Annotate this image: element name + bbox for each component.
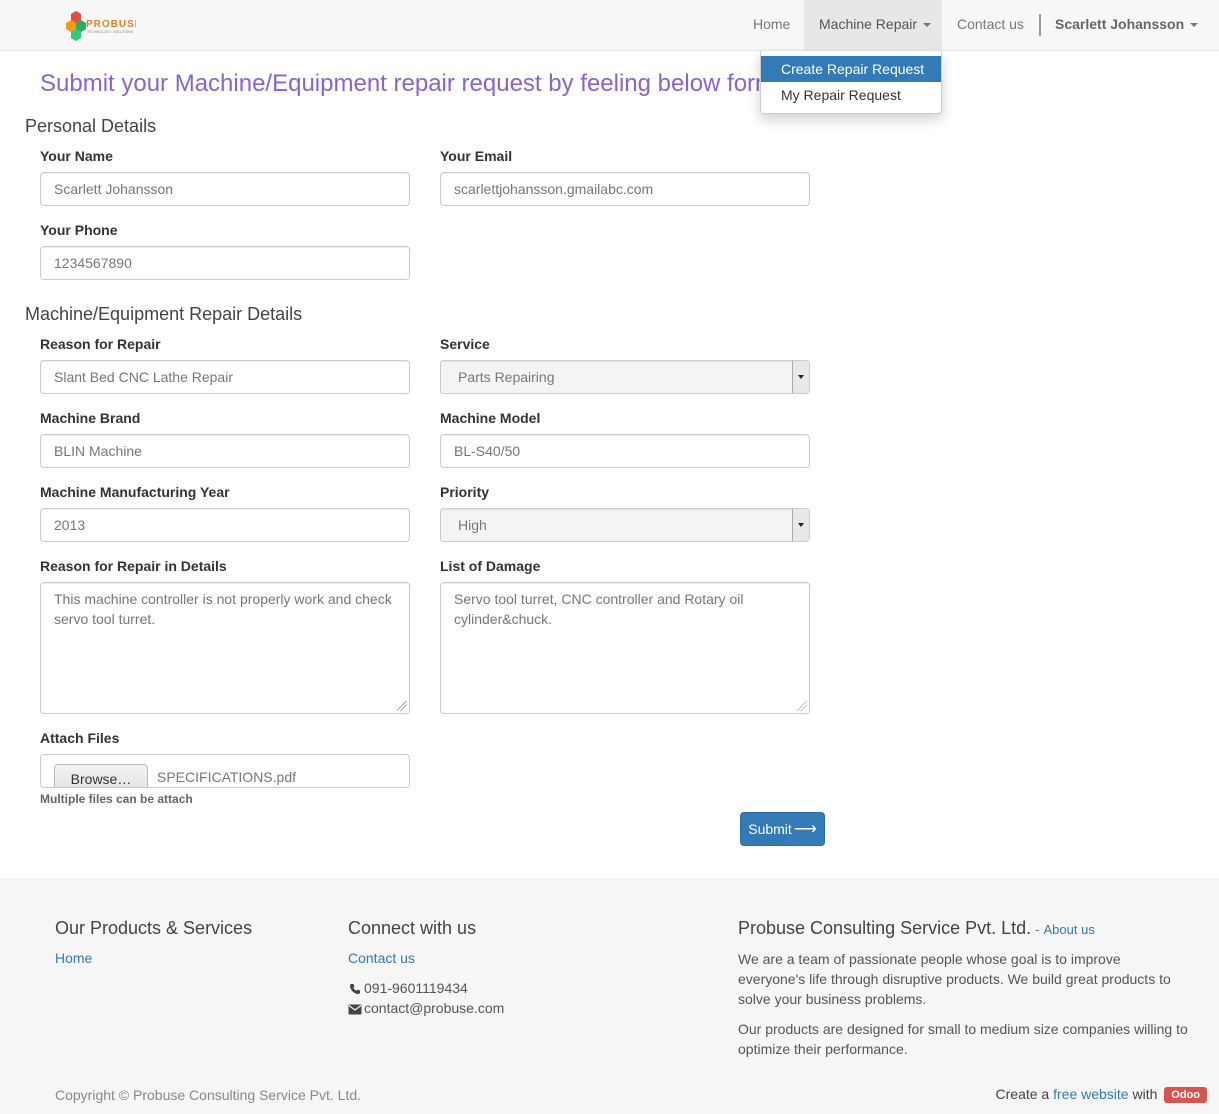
footer-phone: 091-9601119434	[348, 980, 468, 996]
your-name-input[interactable]: Scarlett Johansson	[40, 172, 410, 206]
nav-machine-repair-label: Machine Repair	[819, 16, 918, 32]
select-arrow-icon	[792, 361, 809, 393]
copyright-text: Copyright © Probuse Consulting Service P…	[55, 1087, 362, 1103]
footer-contact-link[interactable]: Contact us	[348, 950, 415, 966]
priority-select[interactable]: High	[440, 508, 810, 542]
submit-button[interactable]: Submit ⟶	[740, 812, 825, 846]
your-phone-input[interactable]: 1234567890	[40, 246, 410, 280]
caret-down-icon	[923, 23, 932, 28]
resize-grip-icon[interactable]	[797, 701, 807, 711]
your-email-input[interactable]: scarlettjohansson.gmailabc.com	[440, 172, 810, 206]
service-select[interactable]: Parts Repairing	[440, 360, 810, 394]
nav-home-link[interactable]: Home	[738, 0, 805, 50]
browse-button[interactable]: Browse…	[54, 764, 148, 787]
list-of-damage-text: Servo tool turret, CNC controller and Ro…	[454, 591, 744, 627]
attach-files-label: Attach Files	[40, 730, 120, 746]
footer-company-description: We are a team of passionate people whose…	[738, 951, 1171, 1007]
arrow-right-icon: ⟶	[793, 821, 817, 838]
create-with: with	[1132, 1086, 1158, 1102]
list-of-damage-label: List of Damage	[440, 558, 541, 574]
manufacturing-year-input[interactable]: 2013	[40, 508, 410, 542]
list-of-damage-textarea[interactable]: Servo tool turret, CNC controller and Ro…	[440, 582, 810, 714]
footer-company-products-text: Our products are designed for small to m…	[738, 1021, 1188, 1057]
free-website-link[interactable]: free website	[1053, 1086, 1128, 1102]
footer-connect-heading: Connect with us	[348, 918, 477, 938]
repair-details-heading: Machine/Equipment Repair Details	[25, 304, 303, 324]
footer-about-link[interactable]: About us	[1044, 922, 1095, 937]
repair-details-text: This machine controller is not properly …	[54, 591, 392, 627]
footer-email: contact@probuse.com	[348, 1000, 504, 1016]
reason-for-repair-label: Reason for Repair	[40, 336, 161, 352]
footer-products-heading: Our Products & Services	[55, 918, 253, 938]
caret-down-icon	[1190, 23, 1199, 28]
svg-text:TECHNOLOGY. SOLUTIONS: TECHNOLOGY. SOLUTIONS	[87, 30, 134, 34]
machine-model-input[interactable]: BL-S40/50	[440, 434, 810, 468]
repair-details-label: Reason for Repair in Details	[40, 558, 227, 574]
probuse-logo-icon: PROBUSE TECHNOLOGY. SOLUTIONS	[66, 11, 141, 41]
machine-repair-dropdown: Create Repair Request My Repair Request	[760, 51, 942, 114]
envelope-icon	[348, 1004, 362, 1015]
footer-phone-text: 091-9601119434	[364, 980, 468, 996]
nav-machine-repair-menu[interactable]: Machine Repair	[804, 0, 942, 50]
footer-company-name: Probuse Consulting Service Pvt. Ltd.	[738, 918, 1032, 938]
nav-user-menu[interactable]: Scarlett Johansson	[1040, 0, 1213, 50]
resize-grip-icon[interactable]	[397, 701, 407, 711]
select-arrow-icon	[792, 509, 809, 541]
dropdown-item-my-repair-request[interactable]: My Repair Request	[761, 82, 941, 108]
dropdown-item-create-repair-request[interactable]: Create Repair Request	[761, 56, 941, 82]
submit-label: Submit	[748, 821, 792, 837]
create-website-line: Create a free website with Odoo	[995, 1086, 1207, 1104]
probuse-logo[interactable]: PROBUSE TECHNOLOGY. SOLUTIONS	[66, 8, 141, 42]
phone-icon	[350, 984, 360, 995]
priority-selected-value: High	[458, 517, 487, 533]
your-email-label: Your Email	[440, 148, 513, 164]
top-navbar: PROBUSE TECHNOLOGY. SOLUTIONS Home Machi…	[0, 0, 1219, 51]
footer-email-text: contact@probuse.com	[364, 1000, 505, 1016]
machine-brand-input[interactable]: BLIN Machine	[40, 434, 410, 468]
service-selected-value: Parts Repairing	[458, 369, 555, 385]
machine-brand-label: Machine Brand	[40, 410, 141, 426]
manufacturing-year-label: Machine Manufacturing Year	[40, 484, 230, 500]
attach-files-input[interactable]: Browse… SPECIFICATIONS.pdf	[40, 754, 410, 788]
your-name-label: Your Name	[40, 148, 113, 164]
selected-file-name: SPECIFICATIONS.pdf	[157, 769, 296, 785]
odoo-badge[interactable]: Odoo	[1164, 1087, 1207, 1104]
personal-details-heading: Personal Details	[25, 116, 157, 136]
repair-details-textarea[interactable]: This machine controller is not properly …	[40, 582, 410, 714]
service-label: Service	[440, 336, 490, 352]
nav-contact-link[interactable]: Contact us	[942, 0, 1039, 50]
your-phone-label: Your Phone	[40, 222, 118, 238]
about-separator: -	[1035, 922, 1040, 937]
machine-model-label: Machine Model	[440, 410, 541, 426]
svg-text:PROBUSE: PROBUSE	[86, 19, 136, 30]
attach-files-help: Multiple files can be attach	[40, 792, 193, 806]
page-title: Submit your Machine/Equipment repair req…	[40, 70, 760, 97]
footer-home-link[interactable]: Home	[55, 950, 92, 966]
footer-company-heading: Probuse Consulting Service Pvt. Ltd. - Abo…	[738, 918, 1095, 939]
priority-label: Priority	[440, 484, 490, 500]
user-name: Scarlett Johansson	[1055, 16, 1185, 32]
create-prefix: Create a	[995, 1086, 1050, 1102]
reason-for-repair-input[interactable]: Slant Bed CNC Lathe Repair	[40, 360, 410, 394]
